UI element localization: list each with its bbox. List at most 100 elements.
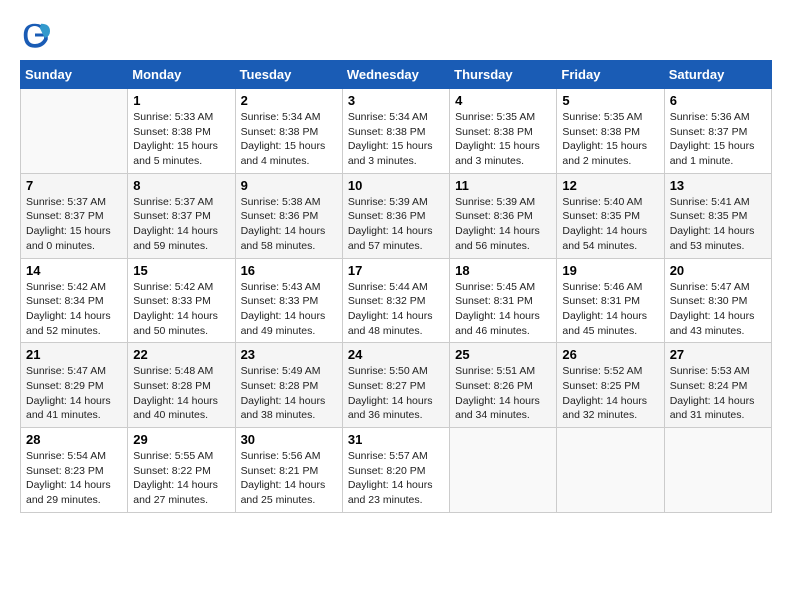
day-info: Sunrise: 5:55 AMSunset: 8:22 PMDaylight:… [133, 449, 229, 508]
weekday-header-friday: Friday [557, 61, 664, 89]
day-info: Sunrise: 5:43 AMSunset: 8:33 PMDaylight:… [241, 280, 337, 339]
calendar-header-row: SundayMondayTuesdayWednesdayThursdayFrid… [21, 61, 772, 89]
day-info: Sunrise: 5:47 AMSunset: 8:29 PMDaylight:… [26, 364, 122, 423]
weekday-header-monday: Monday [128, 61, 235, 89]
day-number: 6 [670, 93, 766, 108]
calendar-week-row: 28 Sunrise: 5:54 AMSunset: 8:23 PMDayligh… [21, 428, 772, 513]
calendar-cell: 19 Sunrise: 5:46 AMSunset: 8:31 PMDayligh… [557, 258, 664, 343]
day-info: Sunrise: 5:50 AMSunset: 8:27 PMDaylight:… [348, 364, 444, 423]
day-info: Sunrise: 5:44 AMSunset: 8:32 PMDaylight:… [348, 280, 444, 339]
calendar-cell: 13Sunrise: 5:41 AMSunset: 8:35 PMDayligh… [664, 173, 771, 258]
calendar-cell: 1 Sunrise: 5:33 AMSunset: 8:38 PMDaylight… [128, 89, 235, 174]
day-number: 10 [348, 178, 444, 193]
day-number: 4 [455, 93, 551, 108]
day-number: 31 [348, 432, 444, 447]
calendar-cell: 31 Sunrise: 5:57 AMSunset: 8:20 PMDayligh… [342, 428, 449, 513]
logo [20, 20, 54, 50]
calendar-cell: 8Sunrise: 5:37 AMSunset: 8:37 PMDaylight… [128, 173, 235, 258]
day-info: Sunrise: 5:48 AMSunset: 8:28 PMDaylight:… [133, 364, 229, 423]
day-info: Sunrise: 5:47 AMSunset: 8:30 PMDaylight:… [670, 280, 766, 339]
day-info: Sunrise: 5:53 AMSunset: 8:24 PMDaylight:… [670, 364, 766, 423]
calendar-cell: 16Sunrise: 5:43 AMSunset: 8:33 PMDayligh… [235, 258, 342, 343]
day-info: Sunrise: 5:37 AMSunset: 8:37 PMDaylight:… [26, 195, 122, 254]
day-info: Sunrise: 5:42 AMSunset: 8:33 PMDaylight:… [133, 280, 229, 339]
calendar-cell: 22Sunrise: 5:48 AMSunset: 8:28 PMDayligh… [128, 343, 235, 428]
calendar-cell: 2Sunrise: 5:34 AMSunset: 8:38 PMDaylight… [235, 89, 342, 174]
day-number: 28 [26, 432, 122, 447]
day-info: Sunrise: 5:35 AMSunset: 8:38 PMDaylight:… [455, 110, 551, 169]
calendar-cell: 7 Sunrise: 5:37 AMSunset: 8:37 PMDaylight… [21, 173, 128, 258]
day-info: Sunrise: 5:52 AMSunset: 8:25 PMDaylight:… [562, 364, 658, 423]
calendar-cell: 25Sunrise: 5:51 AMSunset: 8:26 PMDayligh… [450, 343, 557, 428]
calendar-cell: 5 Sunrise: 5:35 AMSunset: 8:38 PMDaylight… [557, 89, 664, 174]
day-number: 21 [26, 347, 122, 362]
day-number: 15 [133, 263, 229, 278]
weekday-header-sunday: Sunday [21, 61, 128, 89]
day-number: 3 [348, 93, 444, 108]
calendar-cell: 9Sunrise: 5:38 AMSunset: 8:36 PMDaylight… [235, 173, 342, 258]
day-number: 29 [133, 432, 229, 447]
calendar-cell: 23 Sunrise: 5:49 AMSunset: 8:28 PMDayligh… [235, 343, 342, 428]
day-info: Sunrise: 5:46 AMSunset: 8:31 PMDaylight:… [562, 280, 658, 339]
calendar-cell: 26 Sunrise: 5:52 AMSunset: 8:25 PMDayligh… [557, 343, 664, 428]
calendar-cell: 10 Sunrise: 5:39 AMSunset: 8:36 PMDayligh… [342, 173, 449, 258]
calendar-cell: 14 Sunrise: 5:42 AMSunset: 8:34 PMDayligh… [21, 258, 128, 343]
calendar-cell: 6 Sunrise: 5:36 AMSunset: 8:37 PMDaylight… [664, 89, 771, 174]
day-number: 1 [133, 93, 229, 108]
day-number: 17 [348, 263, 444, 278]
calendar-cell: 4 Sunrise: 5:35 AMSunset: 8:38 PMDaylight… [450, 89, 557, 174]
day-number: 5 [562, 93, 658, 108]
day-number: 27 [670, 347, 766, 362]
calendar-week-row: 1 Sunrise: 5:33 AMSunset: 8:38 PMDaylight… [21, 89, 772, 174]
weekday-header-saturday: Saturday [664, 61, 771, 89]
day-number: 24 [348, 347, 444, 362]
day-info: Sunrise: 5:45 AMSunset: 8:31 PMDaylight:… [455, 280, 551, 339]
day-info: Sunrise: 5:37 AMSunset: 8:37 PMDaylight:… [133, 195, 229, 254]
day-info: Sunrise: 5:42 AMSunset: 8:34 PMDaylight:… [26, 280, 122, 339]
weekday-header-wednesday: Wednesday [342, 61, 449, 89]
day-info: Sunrise: 5:51 AMSunset: 8:26 PMDaylight:… [455, 364, 551, 423]
calendar-cell: 24 Sunrise: 5:50 AMSunset: 8:27 PMDayligh… [342, 343, 449, 428]
day-number: 30 [241, 432, 337, 447]
calendar-week-row: 14 Sunrise: 5:42 AMSunset: 8:34 PMDayligh… [21, 258, 772, 343]
day-number: 11 [455, 178, 551, 193]
weekday-header-thursday: Thursday [450, 61, 557, 89]
day-info: Sunrise: 5:49 AMSunset: 8:28 PMDaylight:… [241, 364, 337, 423]
day-info: Sunrise: 5:36 AMSunset: 8:37 PMDaylight:… [670, 110, 766, 169]
day-number: 9 [241, 178, 337, 193]
calendar-cell [21, 89, 128, 174]
day-number: 13 [670, 178, 766, 193]
day-info: Sunrise: 5:33 AMSunset: 8:38 PMDaylight:… [133, 110, 229, 169]
calendar-table: SundayMondayTuesdayWednesdayThursdayFrid… [20, 60, 772, 513]
calendar-week-row: 21 Sunrise: 5:47 AMSunset: 8:29 PMDayligh… [21, 343, 772, 428]
calendar-cell: 27 Sunrise: 5:53 AMSunset: 8:24 PMDayligh… [664, 343, 771, 428]
page-header [20, 20, 772, 50]
calendar-cell: 21 Sunrise: 5:47 AMSunset: 8:29 PMDayligh… [21, 343, 128, 428]
day-info: Sunrise: 5:35 AMSunset: 8:38 PMDaylight:… [562, 110, 658, 169]
day-info: Sunrise: 5:40 AMSunset: 8:35 PMDaylight:… [562, 195, 658, 254]
calendar-cell: 28 Sunrise: 5:54 AMSunset: 8:23 PMDayligh… [21, 428, 128, 513]
day-number: 14 [26, 263, 122, 278]
calendar-cell [450, 428, 557, 513]
calendar-cell: 29 Sunrise: 5:55 AMSunset: 8:22 PMDayligh… [128, 428, 235, 513]
day-number: 19 [562, 263, 658, 278]
day-info: Sunrise: 5:39 AMSunset: 8:36 PMDaylight:… [348, 195, 444, 254]
calendar-cell: 3 Sunrise: 5:34 AMSunset: 8:38 PMDaylight… [342, 89, 449, 174]
calendar-cell [557, 428, 664, 513]
day-info: Sunrise: 5:34 AMSunset: 8:38 PMDaylight:… [348, 110, 444, 169]
calendar-cell: 11 Sunrise: 5:39 AMSunset: 8:36 PMDayligh… [450, 173, 557, 258]
calendar-cell: 30Sunrise: 5:56 AMSunset: 8:21 PMDayligh… [235, 428, 342, 513]
day-info: Sunrise: 5:39 AMSunset: 8:36 PMDaylight:… [455, 195, 551, 254]
day-number: 12 [562, 178, 658, 193]
calendar-cell [664, 428, 771, 513]
day-number: 2 [241, 93, 337, 108]
day-number: 23 [241, 347, 337, 362]
day-info: Sunrise: 5:54 AMSunset: 8:23 PMDaylight:… [26, 449, 122, 508]
logo-icon [20, 20, 50, 50]
day-info: Sunrise: 5:57 AMSunset: 8:20 PMDaylight:… [348, 449, 444, 508]
day-number: 26 [562, 347, 658, 362]
day-number: 7 [26, 178, 122, 193]
calendar-cell: 18 Sunrise: 5:45 AMSunset: 8:31 PMDayligh… [450, 258, 557, 343]
day-number: 18 [455, 263, 551, 278]
calendar-week-row: 7 Sunrise: 5:37 AMSunset: 8:37 PMDaylight… [21, 173, 772, 258]
